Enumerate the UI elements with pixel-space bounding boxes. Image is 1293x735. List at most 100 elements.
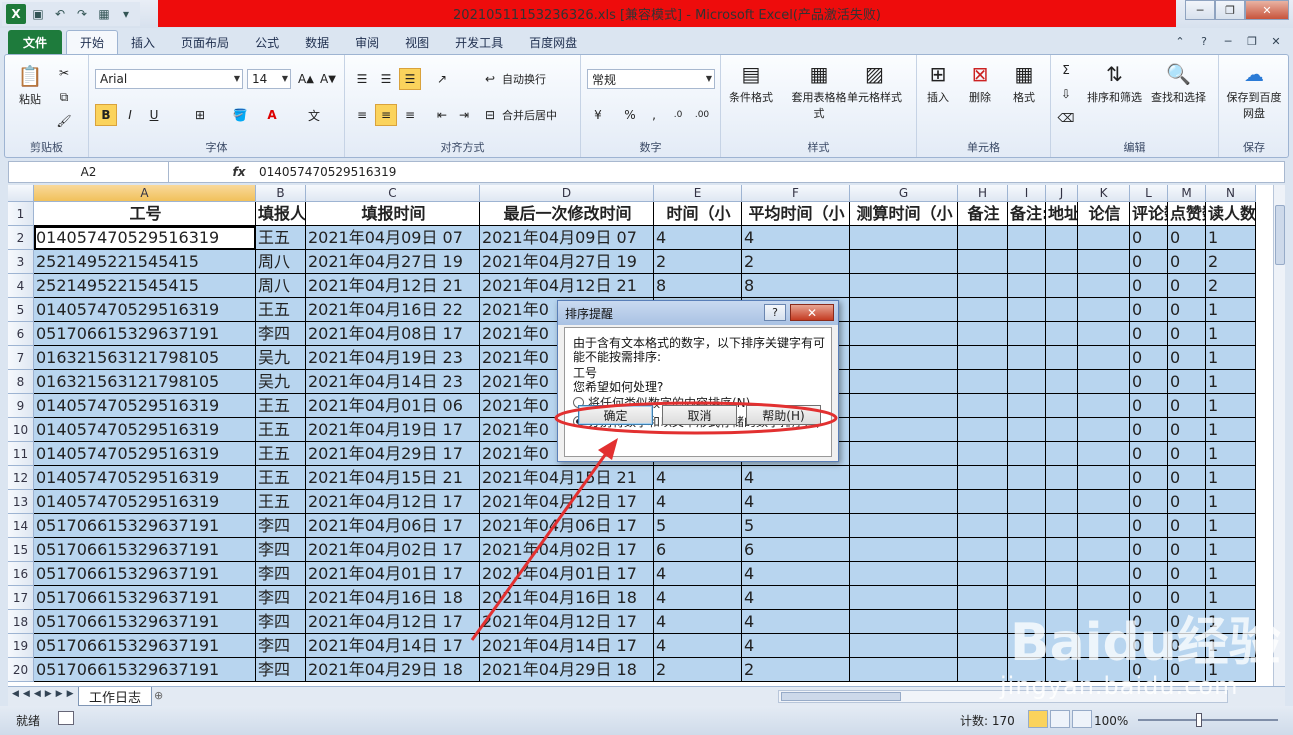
table-cell[interactable] bbox=[850, 250, 958, 274]
table-cell[interactable] bbox=[1008, 466, 1046, 490]
header-cell[interactable]: 平均时间（小 bbox=[742, 202, 850, 226]
table-cell[interactable] bbox=[958, 370, 1008, 394]
normal-view-icon[interactable] bbox=[1028, 710, 1048, 728]
table-cell[interactable] bbox=[850, 562, 958, 586]
decrease-indent-icon[interactable]: ⇤ bbox=[431, 104, 453, 126]
table-cell[interactable]: 1 bbox=[1206, 226, 1256, 250]
table-cell[interactable]: 2021年04月09日 07 bbox=[480, 226, 654, 250]
table-cell[interactable]: 2021年04月16日 22 bbox=[306, 298, 480, 322]
table-cell[interactable]: 0 bbox=[1130, 466, 1168, 490]
table-cell[interactable] bbox=[1078, 370, 1130, 394]
table-cell[interactable] bbox=[1046, 514, 1078, 538]
header-cell[interactable]: 工号 bbox=[34, 202, 256, 226]
conditional-format-button[interactable]: ▤ 条件格式 bbox=[729, 59, 773, 105]
dialog-close-button[interactable]: ✕ bbox=[790, 304, 834, 321]
table-cell[interactable]: 2021年04月06日 17 bbox=[480, 514, 654, 538]
column-header[interactable]: E bbox=[654, 185, 742, 202]
table-cell[interactable]: 2021年04月29日 18 bbox=[480, 658, 654, 682]
table-cell[interactable]: 2 bbox=[654, 250, 742, 274]
column-header[interactable]: N bbox=[1206, 185, 1256, 202]
table-cell[interactable]: 4 bbox=[742, 610, 850, 634]
italic-button[interactable]: I bbox=[119, 104, 141, 126]
table-cell[interactable] bbox=[958, 418, 1008, 442]
table-cell[interactable]: 周八 bbox=[256, 250, 306, 274]
table-cell[interactable]: 0 bbox=[1130, 514, 1168, 538]
table-cell[interactable]: 014057470529516319 bbox=[34, 442, 256, 466]
table-cell[interactable] bbox=[958, 538, 1008, 562]
table-cell[interactable]: 0 bbox=[1168, 562, 1206, 586]
table-cell[interactable]: 051706615329637191 bbox=[34, 658, 256, 682]
dialog-help-text-button[interactable]: 帮助(H) bbox=[746, 405, 821, 425]
row-header[interactable]: 4 bbox=[8, 274, 34, 298]
table-cell[interactable]: 4 bbox=[742, 562, 850, 586]
table-cell[interactable]: 吴九 bbox=[256, 370, 306, 394]
merge-center-button[interactable]: ⊟ 合并后居中 bbox=[481, 105, 557, 125]
table-cell[interactable]: 0 bbox=[1168, 322, 1206, 346]
table-cell[interactable]: 2021年04月12日 17 bbox=[480, 610, 654, 634]
column-header[interactable]: M bbox=[1168, 185, 1206, 202]
tab-view[interactable]: 视图 bbox=[392, 30, 442, 54]
table-cell[interactable]: 0 bbox=[1168, 490, 1206, 514]
table-cell[interactable]: 王五 bbox=[256, 490, 306, 514]
format-painter-button[interactable]: 🖌 bbox=[55, 111, 73, 131]
table-cell[interactable]: 4 bbox=[654, 466, 742, 490]
font-name-combo[interactable]: Arial ▼ bbox=[95, 69, 243, 89]
column-header[interactable]: J bbox=[1046, 185, 1078, 202]
row-header[interactable]: 10 bbox=[8, 418, 34, 442]
phonetic-icon[interactable]: 文 bbox=[303, 104, 325, 126]
header-cell[interactable]: 点赞数 bbox=[1168, 202, 1206, 226]
zoom-level[interactable]: 100% bbox=[1094, 714, 1128, 728]
table-cell[interactable]: 2021年04月19日 17 bbox=[306, 418, 480, 442]
header-cell[interactable]: 测算时间（小 bbox=[850, 202, 958, 226]
undo-icon[interactable]: ↶ bbox=[50, 4, 70, 24]
table-cell[interactable]: 2021年04月08日 17 bbox=[306, 322, 480, 346]
table-cell[interactable] bbox=[850, 394, 958, 418]
table-cell[interactable] bbox=[1078, 226, 1130, 250]
currency-icon[interactable]: ¥ bbox=[587, 104, 609, 126]
table-cell[interactable] bbox=[958, 562, 1008, 586]
row-header[interactable]: 9 bbox=[8, 394, 34, 418]
table-cell[interactable] bbox=[850, 370, 958, 394]
minimize-button[interactable]: ─ bbox=[1185, 0, 1215, 20]
tab-review[interactable]: 审阅 bbox=[342, 30, 392, 54]
table-cell[interactable]: 2021年04月14日 17 bbox=[480, 634, 654, 658]
row-header[interactable]: 20 bbox=[8, 658, 34, 682]
copy-button[interactable]: ⧉ bbox=[55, 87, 73, 107]
column-header[interactable]: F bbox=[742, 185, 850, 202]
close-doc-icon[interactable]: ✕ bbox=[1267, 32, 1285, 50]
tab-page-layout[interactable]: 页面布局 bbox=[168, 30, 242, 54]
customize-qat-icon[interactable]: ▾ bbox=[116, 4, 136, 24]
table-cell[interactable]: 2 bbox=[1206, 250, 1256, 274]
table-cell[interactable] bbox=[1078, 442, 1130, 466]
table-cell[interactable]: 2021年04月12日 17 bbox=[306, 610, 480, 634]
table-cell[interactable]: 051706615329637191 bbox=[34, 586, 256, 610]
table-cell[interactable] bbox=[958, 346, 1008, 370]
table-cell[interactable]: 051706615329637191 bbox=[34, 610, 256, 634]
table-cell[interactable] bbox=[1046, 394, 1078, 418]
column-header[interactable]: A bbox=[34, 185, 256, 202]
table-cell[interactable] bbox=[1046, 490, 1078, 514]
table-cell[interactable]: 王五 bbox=[256, 394, 306, 418]
table-cell[interactable]: 2021年04月16日 18 bbox=[480, 586, 654, 610]
table-cell[interactable]: 014057470529516319 bbox=[34, 490, 256, 514]
restore-button[interactable]: ❐ bbox=[1215, 0, 1245, 20]
table-cell[interactable]: 014057470529516319 bbox=[34, 418, 256, 442]
column-header[interactable]: K bbox=[1078, 185, 1130, 202]
table-cell[interactable] bbox=[1008, 250, 1046, 274]
table-cell[interactable]: 吴九 bbox=[256, 346, 306, 370]
table-cell[interactable] bbox=[958, 514, 1008, 538]
table-cell[interactable] bbox=[850, 658, 958, 682]
table-cell[interactable]: 2021年04月16日 18 bbox=[306, 586, 480, 610]
table-cell[interactable] bbox=[1078, 538, 1130, 562]
column-header[interactable]: L bbox=[1130, 185, 1168, 202]
row-header[interactable]: 14 bbox=[8, 514, 34, 538]
tab-data[interactable]: 数据 bbox=[292, 30, 342, 54]
bold-button[interactable]: B bbox=[95, 104, 117, 126]
row-header[interactable]: 7 bbox=[8, 346, 34, 370]
table-cell[interactable]: 0 bbox=[1168, 370, 1206, 394]
zoom-slider[interactable] bbox=[1138, 719, 1278, 721]
table-cell[interactable]: 1 bbox=[1206, 562, 1256, 586]
sort-filter-button[interactable]: ⇅ 排序和筛选 bbox=[1087, 59, 1142, 105]
table-cell[interactable]: 1 bbox=[1206, 514, 1256, 538]
tab-insert[interactable]: 插入 bbox=[118, 30, 168, 54]
